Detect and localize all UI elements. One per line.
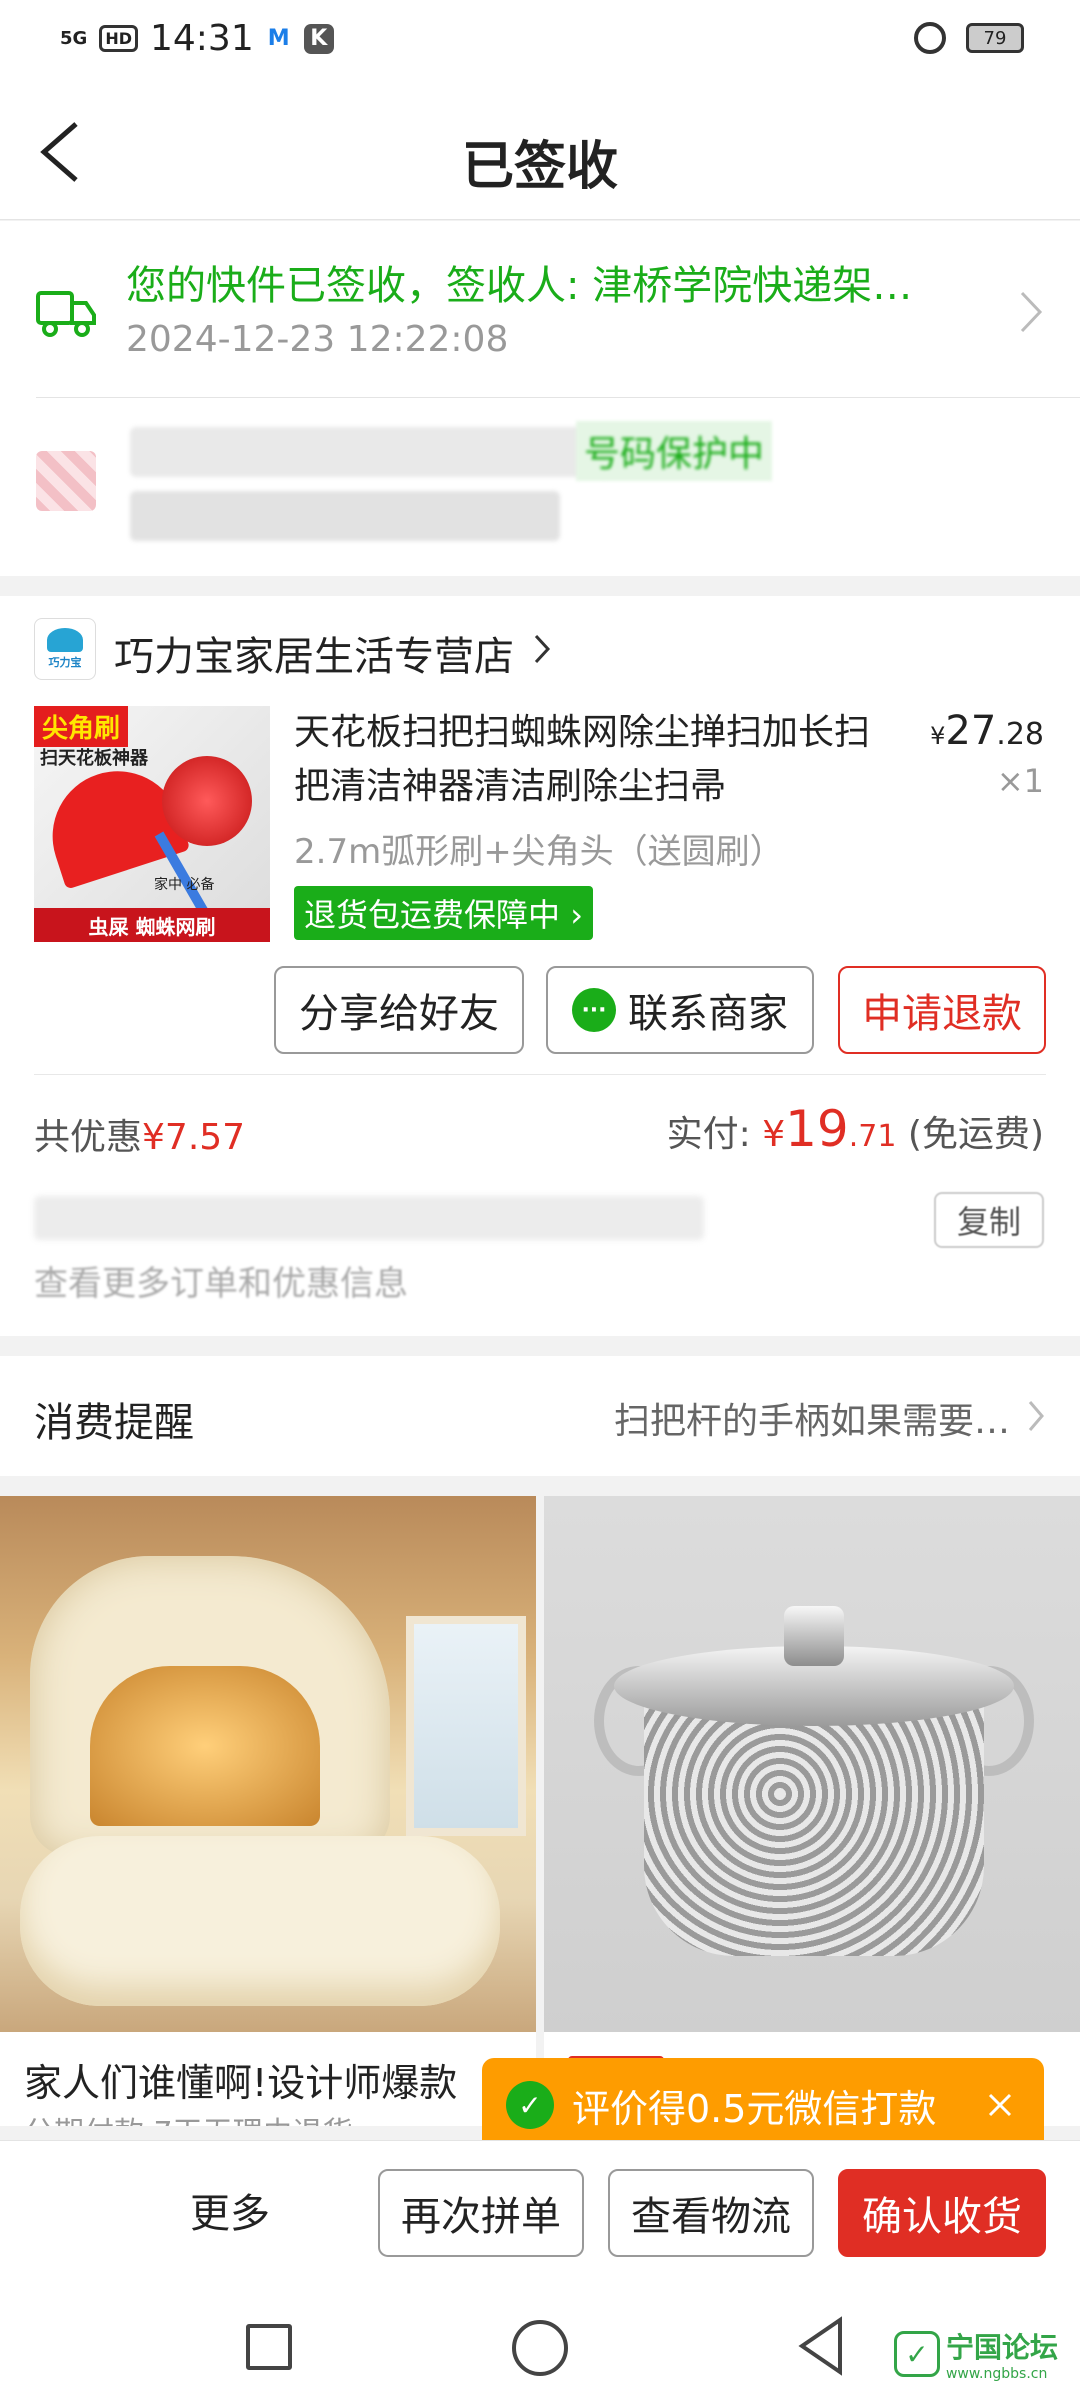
- product-price: ¥27.28: [930, 708, 1044, 754]
- image-shape: [406, 1616, 526, 1836]
- status-bar: 5G HD 14:31 M K 79: [0, 0, 1080, 84]
- watermark-url: www.ngbbs.cn: [945, 2366, 1048, 2382]
- logistics-section[interactable]: 您的快件已签收，签收人: 津桥学院快递架… 2024-12-23 12:22:0…: [0, 221, 1080, 576]
- share-label: 分享给好友: [299, 991, 499, 1037]
- image-band: 虫屎 蜘蛛网刷: [34, 908, 270, 942]
- bottom-action-bar: 更多 再次拼单 查看物流 确认收货: [0, 2140, 1080, 2286]
- chat-icon: ···: [572, 988, 616, 1032]
- status-right: 79: [914, 22, 1024, 54]
- clock: 14:31: [149, 18, 254, 59]
- chevron-right-icon: [1028, 1401, 1044, 1431]
- app-notification-icon: M: [265, 25, 292, 52]
- alarm-icon: [914, 22, 946, 54]
- guarantee-label: 退货包运费保障中: [304, 896, 561, 934]
- discount-label: 共优惠: [34, 1117, 143, 1158]
- shop-logo-text: 巧力宝: [48, 656, 82, 669]
- image-shape: [644, 1686, 984, 1956]
- more-button[interactable]: 更多: [190, 2181, 270, 2239]
- consumption-reminder[interactable]: 消费提醒 扫把杆的手柄如果需要…: [0, 1356, 1080, 1476]
- check-icon: ✓: [506, 2081, 554, 2129]
- recents-icon[interactable]: [246, 2324, 292, 2370]
- page-title: 已签收: [461, 137, 618, 197]
- shop-logo-mark: [47, 628, 83, 652]
- image-tag: 尖角刷: [34, 706, 129, 747]
- chevron-right-icon[interactable]: [532, 632, 552, 666]
- page-header: 已签收: [0, 84, 1080, 220]
- refund-button[interactable]: 申请退款: [838, 966, 1046, 1054]
- paid-currency: ¥: [762, 1114, 786, 1155]
- recommendation-feed: 家人们谁懂啊!设计师爆款 分期付款 7天无理由退货: [0, 1496, 1080, 2126]
- reorder-button[interactable]: 再次拼单: [378, 2169, 584, 2257]
- paid-integer: 19: [785, 1100, 849, 1158]
- product-spec: 2.7m弧形刷+尖角头（送圆刷）: [294, 832, 784, 872]
- battery-icon: 79: [966, 23, 1024, 53]
- address-blurred: [130, 491, 560, 541]
- image-shape: [20, 1836, 500, 2006]
- status-left: 5G HD 14:31 M K: [60, 18, 334, 59]
- reminder-text: 扫把杆的手柄如果需要…: [613, 1401, 1010, 1442]
- shop-name[interactable]: 巧力宝家居生活专营店: [114, 624, 514, 682]
- product-image[interactable]: 尖角刷 扫天花板神器 家中 必备 虫屎 蜘蛛网刷: [34, 706, 270, 942]
- track-shipment-button[interactable]: 查看物流: [608, 2169, 814, 2257]
- feed-card[interactable]: 家人们谁懂啊!设计师爆款 分期付款 7天无理由退货: [0, 1496, 536, 2126]
- image-brush-shape: [162, 756, 252, 846]
- feed-card-image: [0, 1496, 536, 2032]
- feed-card[interactable]: [544, 1496, 1080, 2126]
- copy-button[interactable]: 复制: [934, 1192, 1044, 1248]
- home-icon[interactable]: [512, 2320, 568, 2376]
- image-home-text: 家中 必备: [154, 877, 215, 893]
- logistics-status: 您的快件已签收，签收人: 津桥学院快递架…: [126, 263, 913, 309]
- location-icon: [36, 451, 96, 511]
- review-reward-toast[interactable]: ✓ 评价得0.5元微信打款: [482, 2058, 1044, 2168]
- hd-icon: HD: [99, 25, 138, 52]
- discount-summary: 共优惠¥7.57: [34, 1108, 245, 1160]
- divider: [36, 397, 1080, 398]
- product-quantity: ×1: [996, 762, 1044, 800]
- chevron-right-icon: ›: [560, 896, 583, 934]
- feed-card-image: [544, 1496, 1080, 2032]
- price-decimal: .28: [996, 717, 1044, 752]
- app-notification-icon: K: [303, 23, 334, 54]
- image-shape: [784, 1606, 844, 1666]
- recipient-info-blurred: [130, 427, 610, 477]
- logistics-time: 2024-12-23 12:22:08: [126, 319, 509, 360]
- privacy-badge: 号码保护中: [576, 421, 773, 481]
- paid-decimal: .71: [848, 1119, 897, 1154]
- paid-summary: 实付: ¥19.71 (免运费): [667, 1100, 1044, 1158]
- image-subtitle: 扫天花板神器: [40, 748, 148, 769]
- contact-seller-button[interactable]: ··· 联系商家: [546, 966, 814, 1054]
- system-nav-bar: ✓ 宁国论坛 www.ngbbs.cn: [0, 2286, 1080, 2408]
- image-shape: [90, 1666, 320, 1826]
- watermark: ✓ 宁国论坛 www.ngbbs.cn: [893, 2326, 1058, 2382]
- refund-label: 申请退款: [862, 991, 1022, 1037]
- signal-icon: 5G: [60, 27, 88, 49]
- product-title[interactable]: 天花板扫把扫蜘蛛网除尘掸扫加长扫把清洁神器清洁刷除尘扫帚: [294, 706, 874, 814]
- watermark-text: 宁国论坛 www.ngbbs.cn: [946, 2326, 1058, 2382]
- order-number-blurred: [34, 1196, 704, 1240]
- paid-label: 实付:: [666, 1114, 763, 1155]
- shop-logo[interactable]: 巧力宝: [34, 618, 96, 680]
- watermark-logo-icon: ✓: [893, 2331, 940, 2377]
- price-integer: 27: [945, 708, 997, 754]
- confirm-receipt-button[interactable]: 确认收货: [838, 2169, 1046, 2257]
- share-button[interactable]: 分享给好友: [274, 966, 524, 1054]
- watermark-name: 宁国论坛: [945, 2331, 1058, 2364]
- feed-card-subtitle: 分期付款 7天无理由退货: [24, 2108, 353, 2126]
- shipping-note: (免运费): [896, 1114, 1044, 1155]
- feed-card-title: 家人们谁懂啊!设计师爆款: [24, 2061, 458, 2105]
- guarantee-badge[interactable]: 退货包运费保障中 ›: [294, 886, 593, 940]
- order-card: 巧力宝 巧力宝家居生活专营店 尖角刷 扫天花板神器 家中 必备 虫屎 蜘蛛网刷 …: [0, 596, 1080, 1336]
- truck-icon: [36, 291, 96, 337]
- discount-value: ¥7.57: [142, 1117, 246, 1158]
- toast-text: 评价得0.5元微信打款: [572, 2086, 937, 2131]
- divider: [34, 1074, 1046, 1075]
- back-triangle-icon[interactable]: [796, 2316, 846, 2376]
- close-icon[interactable]: [980, 2085, 1020, 2125]
- currency-symbol: ¥: [930, 722, 946, 750]
- reminder-label: 消费提醒: [34, 1400, 194, 1446]
- chevron-right-icon: [1020, 291, 1043, 333]
- contact-label: 联系商家: [628, 991, 788, 1037]
- more-order-info-link[interactable]: 查看更多订单和优惠信息: [34, 1256, 408, 1305]
